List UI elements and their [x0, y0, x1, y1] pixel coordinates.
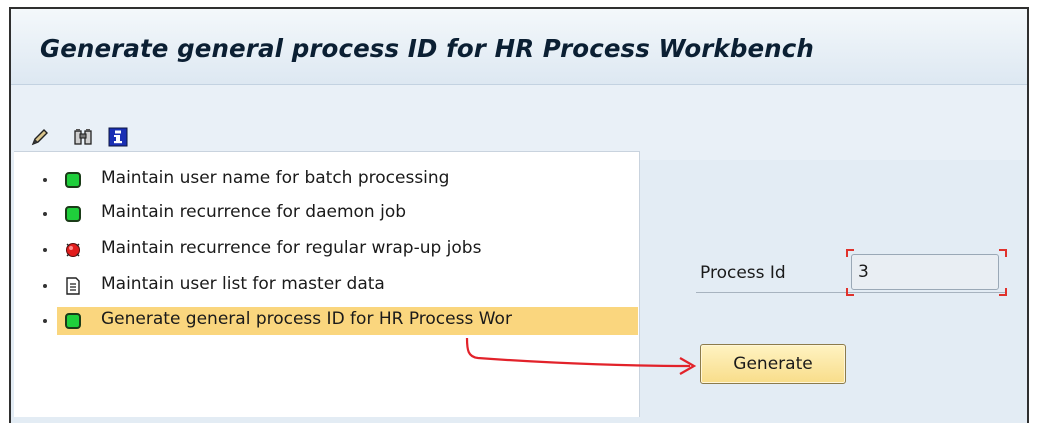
tree-item[interactable]: Maintain user list for master data — [14, 272, 638, 300]
tree-item-label: Generate general process ID for HR Proce… — [101, 309, 512, 329]
green-status-icon — [65, 172, 81, 188]
pencil-icon[interactable] — [30, 127, 50, 147]
tree-item[interactable]: Maintain recurrence for regular wrap-up … — [14, 236, 638, 264]
document-icon — [66, 277, 80, 295]
page-title: Generate general process ID for HR Proce… — [40, 34, 814, 63]
tree-item[interactable]: Generate general process ID for HR Proce… — [14, 307, 638, 335]
bullet — [43, 248, 47, 252]
title-bar: Generate general process ID for HR Proce… — [11, 9, 1027, 85]
required-marker-icon — [846, 249, 854, 257]
tree-item[interactable]: Maintain recurrence for daemon job — [14, 200, 638, 228]
navigation-tree: Maintain user name for batch processing … — [14, 151, 640, 417]
info-icon[interactable] — [108, 127, 128, 147]
required-marker-icon — [846, 288, 854, 296]
bullet — [43, 178, 47, 182]
tree-item-label: Maintain recurrence for daemon job — [101, 202, 407, 222]
process-id-label: Process Id — [700, 263, 786, 283]
required-marker-icon — [999, 249, 1007, 257]
green-status-icon — [65, 206, 81, 222]
bullet — [43, 212, 47, 216]
application-toolbar — [11, 85, 1027, 160]
generate-button[interactable]: Generate — [700, 344, 846, 384]
binoculars-icon[interactable] — [73, 127, 93, 147]
process-id-input[interactable] — [851, 254, 999, 290]
bullet — [43, 284, 47, 288]
tree-item[interactable]: Maintain user name for batch processing — [14, 166, 638, 194]
tree-item-label: Maintain user list for master data — [101, 274, 385, 294]
bullet — [43, 319, 47, 323]
tree-item-label: Maintain recurrence for regular wrap-up … — [101, 238, 482, 258]
red-status-icon — [66, 243, 80, 257]
tree-item-label: Maintain user name for batch processing — [101, 168, 450, 188]
required-marker-icon — [999, 288, 1007, 296]
green-status-icon — [65, 313, 81, 329]
